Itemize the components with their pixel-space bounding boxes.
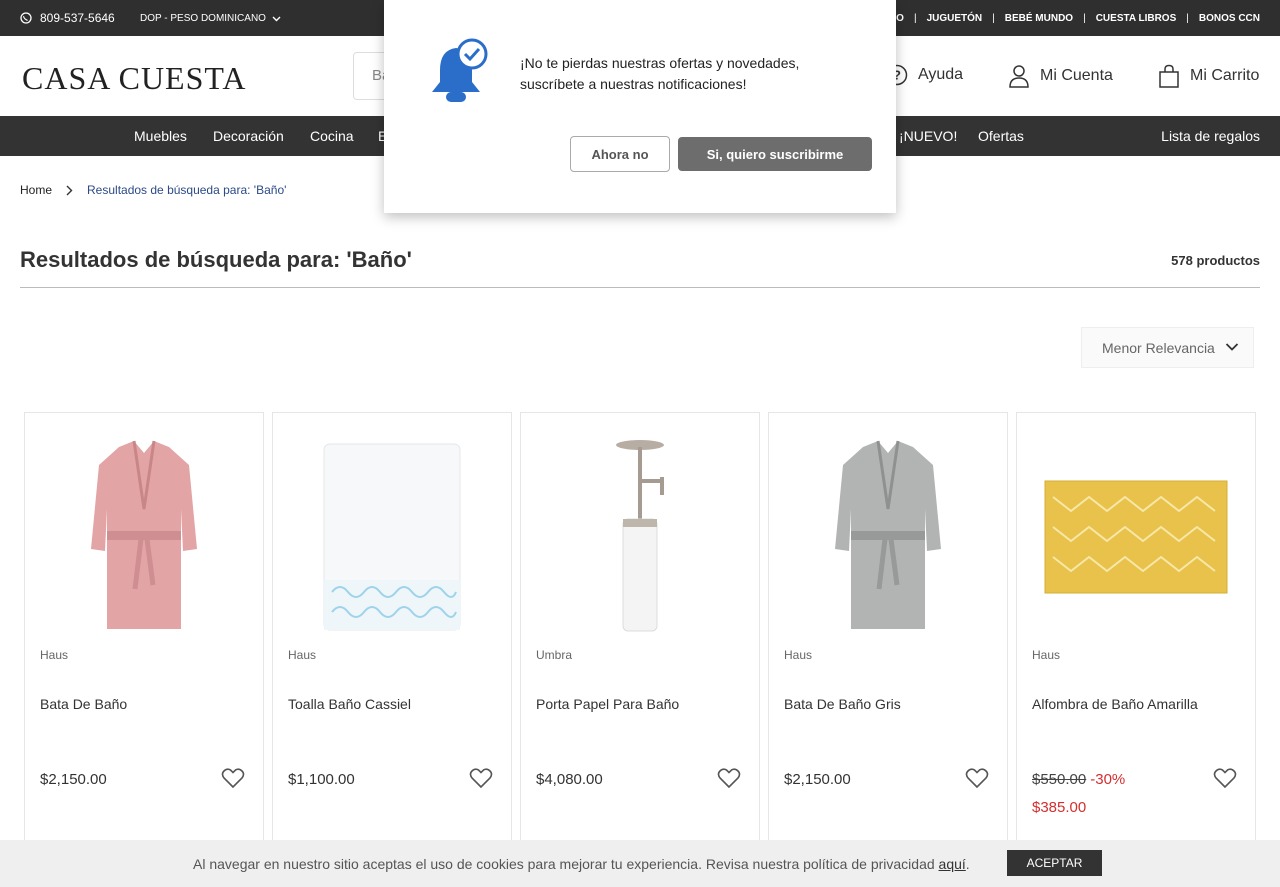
product-card[interactable]: Haus Toalla Baño Cassiel $1,100.00 [272, 412, 512, 872]
link-separator: | [913, 13, 917, 24]
privacy-link[interactable]: aquí [939, 856, 966, 872]
product-brand[interactable]: Haus [40, 648, 68, 662]
top-link-jugueton[interactable]: JUGUETÓN [927, 13, 983, 24]
nav-item-nuevo[interactable]: ¡NUEVO! [899, 128, 957, 144]
product-price: $4,080.00 [536, 771, 603, 788]
wishlist-heart-icon[interactable] [717, 767, 741, 789]
chevron-right-icon [66, 185, 73, 195]
whatsapp-icon [20, 12, 32, 24]
wishlist-heart-icon[interactable] [1213, 767, 1237, 789]
wishlist-heart-icon[interactable] [965, 767, 989, 789]
account-label: Mi Cuenta [1040, 67, 1113, 84]
currency-label: DOP - PESO DOMINICANO [140, 13, 266, 24]
top-link-bonos-ccn[interactable]: BONOS CCN [1199, 13, 1260, 24]
product-image[interactable] [537, 427, 743, 647]
breadcrumb-current: Resultados de búsqueda para: 'Baño' [87, 183, 287, 197]
product-price: $1,100.00 [288, 771, 355, 788]
product-name[interactable]: Bata De Baño Gris [784, 696, 901, 712]
subscribe-button[interactable]: Si, quiero suscribirme [678, 137, 872, 171]
cart-link[interactable]: Mi Carrito [1158, 64, 1259, 88]
nav-gift-list[interactable]: Lista de regalos [1161, 128, 1260, 144]
product-price: $2,150.00 [40, 771, 107, 788]
product-card[interactable]: Haus Alfombra de Baño Amarilla $550.00 -3… [1016, 412, 1256, 872]
shopping-bag-icon [1159, 64, 1179, 88]
product-brand[interactable]: Haus [784, 648, 812, 662]
cart-label: Mi Carrito [1190, 67, 1260, 84]
cookie-text-row: Al navegar en nuestro sitio aceptas el u… [193, 856, 970, 872]
breadcrumb: Home Resultados de búsqueda para: 'Baño' [20, 183, 286, 197]
nav-item-ofertas[interactable]: Ofertas [978, 128, 1024, 144]
nav-item-cocina[interactable]: Cocina [310, 128, 354, 144]
product-name[interactable]: Porta Papel Para Baño [536, 696, 679, 712]
product-image[interactable] [1033, 427, 1239, 647]
link-separator: | [1083, 13, 1086, 24]
product-image[interactable] [785, 427, 991, 647]
toilet-paper-holder-image [616, 440, 664, 632]
nav-item-decoracion[interactable]: Decoración [213, 128, 284, 144]
link-separator: | [1186, 13, 1189, 24]
accept-cookies-button[interactable]: ACEPTAR [1007, 850, 1102, 876]
breadcrumb-home[interactable]: Home [20, 183, 52, 197]
site-logo[interactable]: CASA CUESTA [22, 60, 246, 97]
product-brand[interactable]: Haus [288, 648, 316, 662]
divider [20, 287, 1260, 288]
currency-selector[interactable]: DOP - PESO DOMINICANO [140, 13, 281, 24]
help-label: Ayuda [918, 66, 964, 83]
phone-number: 809-537-5646 [40, 11, 115, 25]
towel-image [323, 443, 461, 631]
top-link-bebe-mundo[interactable]: BEBÉ MUNDO [1005, 13, 1073, 24]
result-count: 578 productos [1171, 253, 1260, 268]
product-name[interactable]: Toalla Baño Cassiel [288, 696, 411, 712]
account-link[interactable]: Mi Cuenta [1008, 64, 1113, 88]
cookie-message: Al navegar en nuestro sitio aceptas el u… [193, 856, 939, 872]
product-brand[interactable]: Haus [1032, 648, 1060, 662]
top-links: MBO | JUGUETÓN | BEBÉ MUNDO | CUESTA LIB… [881, 13, 1260, 24]
notification-bell-icon [432, 38, 488, 102]
product-image[interactable] [289, 427, 495, 647]
cookie-period: . [965, 856, 970, 872]
sale-price: $385.00 [1032, 799, 1087, 816]
wishlist-heart-icon[interactable] [469, 767, 493, 789]
notification-popup: ¡No te pierdas nuestras ofertas y noveda… [384, 0, 896, 213]
product-image[interactable] [41, 427, 247, 647]
product-card[interactable]: Haus Bata De Baño $2,150.00 [24, 412, 264, 872]
product-card[interactable]: Haus Bata De Baño Gris $2,150.00 [768, 412, 1008, 872]
help-link[interactable]: ? Ayuda [886, 64, 963, 86]
sort-label: Menor Relevancia [1102, 339, 1215, 356]
top-link-cuesta-libros[interactable]: CUESTA LIBROS [1096, 13, 1177, 24]
phone-contact[interactable]: 809-537-5646 [20, 11, 115, 25]
product-name[interactable]: Alfombra de Baño Amarilla [1032, 696, 1198, 712]
cookie-banner: Al navegar en nuestro sitio aceptas el u… [0, 840, 1280, 887]
bathrobe-gray-image [835, 440, 941, 629]
sort-dropdown[interactable]: Menor Relevancia [1081, 327, 1254, 368]
product-price: $2,150.00 [784, 771, 851, 788]
user-icon [1009, 65, 1029, 88]
discount-badge: -30% [1090, 771, 1126, 788]
dismiss-button[interactable]: Ahora no [570, 136, 670, 172]
link-separator: | [992, 13, 995, 24]
chevron-down-icon [1225, 343, 1239, 351]
bathrobe-pink-image [91, 440, 197, 629]
page-title: Resultados de búsqueda para: 'Baño' [20, 247, 412, 272]
product-brand[interactable]: Umbra [536, 648, 572, 662]
product-name[interactable]: Bata De Baño [40, 696, 127, 712]
chevron-down-icon [272, 16, 281, 21]
popup-message: ¡No te pierdas nuestras ofertas y noveda… [520, 55, 800, 92]
original-price: $550.00 [1032, 771, 1087, 788]
bath-mat-yellow-image [1044, 480, 1228, 594]
product-price-row: $550.00 -30% [1032, 771, 1125, 788]
wishlist-heart-icon[interactable] [221, 767, 245, 789]
nav-item-muebles[interactable]: Muebles [134, 128, 187, 144]
product-card[interactable]: Umbra Porta Papel Para Baño $4,080.00 [520, 412, 760, 872]
